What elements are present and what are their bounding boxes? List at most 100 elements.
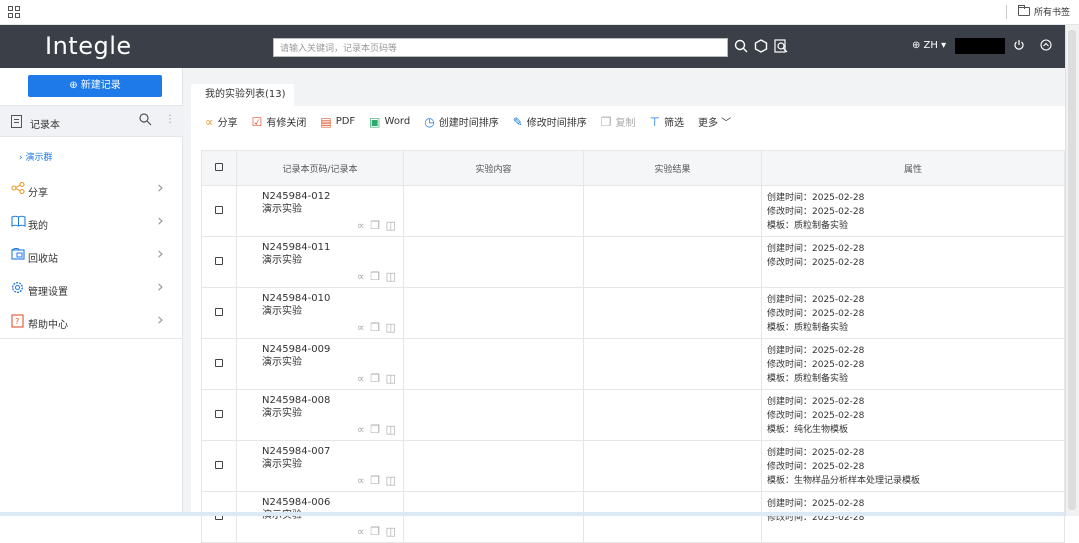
page-code[interactable]: N245984-008 [262,394,403,407]
sidebar-divider [0,338,183,339]
result-cell [583,389,762,441]
attributes-cell: 创建时间：2025-02-28 修改时间：2025-02-28 模板：质粒制备实… [761,338,1065,390]
notebook-cell[interactable]: N245984-012 演示实验 ∝ ❐ ◫ [236,185,404,237]
table-row[interactable]: N245984-006 演示实验 ∝ ❐ ◫ 创建时间：2025-02-28 修… [201,491,1065,543]
template-name: 模板：生物样品分析样本处理记录模板 [767,476,921,486]
toolbar-label: Word [384,116,411,127]
row-checkbox[interactable] [215,256,223,265]
column-header-result[interactable]: 实验结果 [583,150,762,186]
notebook-cell[interactable]: N245984-010 演示实验 ∝ ❐ ◫ [236,287,404,339]
row-action-icons[interactable]: ∝ ❐ ◫ [357,474,397,487]
page-scrollbar-thumb[interactable] [1068,30,1076,510]
notebook-cell[interactable]: N245984-008 演示实验 ∝ ❐ ◫ [236,389,404,441]
notebook-search-icon[interactable] [138,112,152,129]
toolbar-filter-button[interactable]: ⊤ 筛选 [650,114,684,130]
tab-my-experiments[interactable]: 我的实验列表(13) [191,84,294,106]
sidebar-item-share[interactable]: 分享 › [0,173,183,205]
toolbar-copy-button[interactable]: ❐ 复制 [600,114,636,130]
sidebar-subitem-demo-group[interactable]: › 演示群 [19,150,52,163]
row-checkbox-cell[interactable] [201,236,237,288]
toolbar-pdf-button[interactable]: ▤ PDF [320,115,355,129]
row-checkbox-cell[interactable] [201,389,237,441]
row-action-icons[interactable]: ∝ ❐ ◫ [357,321,397,334]
created-time: 创建时间：2025-02-28 [767,346,865,356]
table-row[interactable]: N245984-010 演示实验 ∝ ❐ ◫ 创建时间：2025-02-28 修… [201,287,1065,339]
sidebar-item-help[interactable]: ? 帮助中心 › [0,305,183,337]
row-action-icons[interactable]: ∝ ❐ ◫ [357,219,397,232]
page-code[interactable]: N245984-006 [262,496,403,509]
sidebar-item-mine[interactable]: 我的 › [0,206,183,238]
page-code[interactable]: N245984-011 [262,241,403,254]
add-circle-icon: ⊕ [69,80,81,91]
notebook-cell[interactable]: N245984-006 演示实验 ∝ ❐ ◫ [236,491,404,543]
table-row[interactable]: N245984-007 演示实验 ∝ ❐ ◫ 创建时间：2025-02-28 修… [201,440,1065,492]
toolbar-more-button[interactable]: 更多 ﹀ [698,114,731,129]
created-time: 创建时间：2025-02-28 [767,244,865,254]
chevron-right-icon: › [157,277,164,297]
result-cell [583,491,762,543]
template-name: 模板：质粒制备实验 [767,374,849,384]
result-cell [583,287,762,339]
row-checkbox-cell[interactable] [201,287,237,339]
created-time: 创建时间：2025-02-28 [767,397,865,407]
modified-time: 修改时间：2025-02-28 [767,462,865,472]
row-action-icons[interactable]: ∝ ❐ ◫ [357,372,397,385]
table-row[interactable]: N245984-009 演示实验 ∝ ❐ ◫ 创建时间：2025-02-28 修… [201,338,1065,390]
edit-icon: ☑ [251,114,263,129]
experiment-name: 演示实验 [262,459,302,470]
row-checkbox[interactable] [215,307,223,316]
modified-time: 修改时间：2025-02-28 [767,309,865,319]
collapse-up-icon[interactable] [1038,39,1054,55]
all-bookmarks-button[interactable]: 所有书签 [1018,5,1070,18]
sidebar-item-notebook[interactable]: 记录本 ⋮ [0,105,183,137]
row-checkbox[interactable] [215,358,223,367]
user-name-redacted[interactable] [955,38,1005,54]
column-header-content[interactable]: 实验内容 [403,150,584,186]
row-action-icons[interactable]: ∝ ❐ ◫ [357,270,397,283]
app-logo[interactable]: Integle [45,32,132,60]
more-vertical-icon[interactable]: ⋮ [165,114,175,125]
search-icon[interactable] [733,39,749,55]
sidebar-item-settings[interactable]: 管理设置 › [0,272,183,304]
page-code[interactable]: N245984-007 [262,445,403,458]
notebook-cell[interactable]: N245984-007 演示实验 ∝ ❐ ◫ [236,440,404,492]
select-all-checkbox-cell[interactable] [201,150,237,186]
row-checkbox[interactable] [215,460,223,469]
apps-grid-icon[interactable] [8,6,20,18]
row-checkbox-cell[interactable] [201,440,237,492]
page-code[interactable]: N245984-012 [262,190,403,203]
row-checkbox-cell[interactable] [201,185,237,237]
advanced-search-icon[interactable] [773,39,789,55]
toolbar-edit-close-button[interactable]: ☑ 有修关闭 [251,114,307,130]
page-code[interactable]: N245984-010 [262,292,403,305]
notebook-cell[interactable]: N245984-009 演示实验 ∝ ❐ ◫ [236,338,404,390]
structure-search-icon[interactable] [753,39,769,55]
row-checkbox[interactable] [215,409,223,418]
language-selector[interactable]: ⊕ ZH ▾ [912,40,946,51]
copy-icon: ❐ [600,114,612,129]
row-checkbox[interactable] [215,205,223,214]
sidebar-item-recycle-bin[interactable]: 回收站 › [0,239,183,271]
row-action-icons[interactable]: ∝ ❐ ◫ [357,423,397,436]
row-action-icons[interactable]: ∝ ❐ ◫ [357,525,397,538]
toolbar-word-button[interactable]: ▣ Word [369,115,410,129]
row-checkbox-cell[interactable] [201,491,237,543]
select-all-checkbox[interactable] [215,162,223,171]
notebook-cell[interactable]: N245984-011 演示实验 ∝ ❐ ◫ [236,236,404,288]
column-header-attributes[interactable]: 属性 [761,150,1065,186]
new-record-button[interactable]: ⊕ 新建记录 [28,75,162,97]
toolbar-sort-created-button[interactable]: ◷ 创建时间排序 [424,114,498,130]
row-checkbox-cell[interactable] [201,338,237,390]
table-row[interactable]: N245984-012 演示实验 ∝ ❐ ◫ 创建时间：2025-02-28 修… [201,185,1065,237]
search-input[interactable]: 请输入关键词，记录本页码等 [273,38,728,57]
toolbar-sort-modified-button[interactable]: ✎ 修改时间排序 [513,114,587,130]
column-header-notebook[interactable]: 记录本页码/记录本 [236,150,404,186]
power-icon[interactable] [1011,39,1027,55]
toolbar-share-button[interactable]: ∝ 分享 [205,114,238,130]
attributes-cell: 创建时间：2025-02-28 修改时间：2025-02-28 [761,236,1065,288]
experiment-name: 演示实验 [262,306,302,317]
table-row[interactable]: N245984-011 演示实验 ∝ ❐ ◫ 创建时间：2025-02-28 修… [201,236,1065,288]
svg-text:?: ? [15,317,19,326]
table-row[interactable]: N245984-008 演示实验 ∝ ❐ ◫ 创建时间：2025-02-28 修… [201,389,1065,441]
page-code[interactable]: N245984-009 [262,343,403,356]
